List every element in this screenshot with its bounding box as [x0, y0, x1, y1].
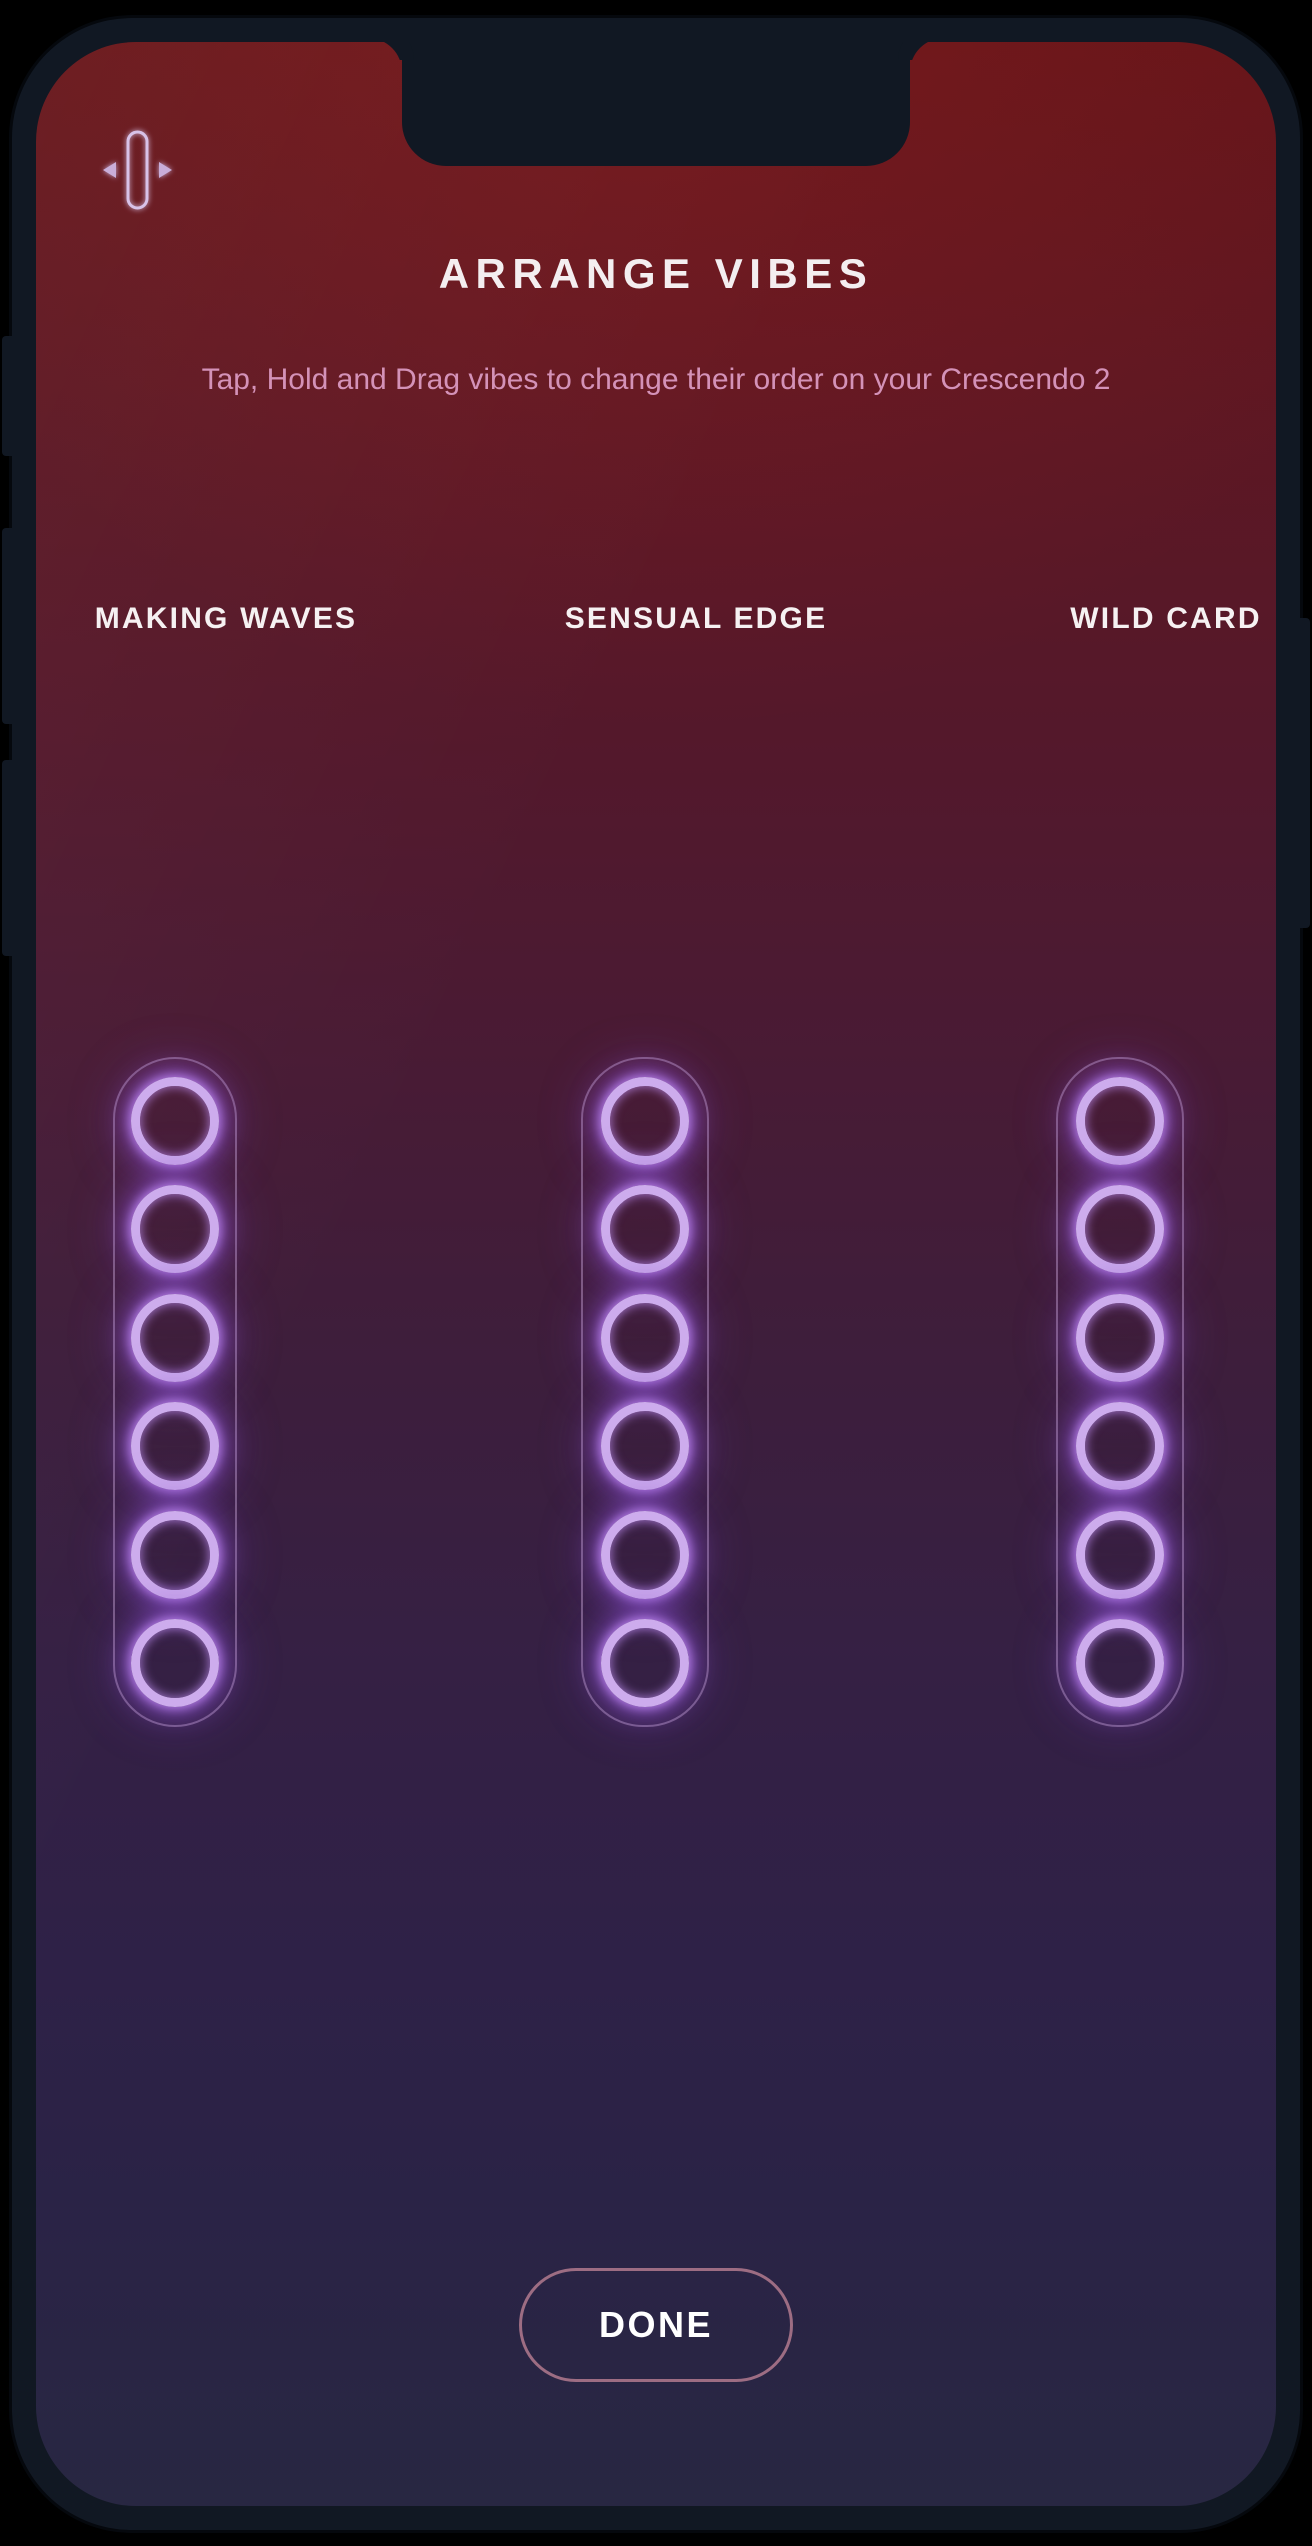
vibe-device-reorder-icon[interactable]	[82, 124, 192, 216]
phone-power-button[interactable]	[1298, 618, 1310, 928]
vibe-ring[interactable]	[1076, 1293, 1164, 1382]
phone-mute-switch[interactable]	[2, 336, 14, 456]
vibe-columns-container[interactable]: MAKING WAVES SENSUAL EDGE WILD CARD	[36, 602, 1276, 2506]
vibe-ring[interactable]	[601, 1618, 689, 1707]
phone-frame: ARRANGE VIBES Tap, Hold and Drag vibes t…	[2, 18, 1310, 2530]
vibe-ring[interactable]	[131, 1293, 219, 1382]
phone-screen: ARRANGE VIBES Tap, Hold and Drag vibes t…	[36, 42, 1276, 2506]
vibe-column-label: WILD CARD	[1070, 602, 1262, 635]
vibe-ring[interactable]	[601, 1402, 689, 1491]
vibe-ring[interactable]	[131, 1402, 219, 1491]
page-subtitle: Tap, Hold and Drag vibes to change their…	[201, 363, 1111, 396]
vibe-ring[interactable]	[131, 1618, 219, 1707]
vibe-ring[interactable]	[601, 1293, 689, 1382]
vibe-ring[interactable]	[131, 1185, 219, 1274]
vibe-column-label: SENSUAL EDGE	[564, 602, 828, 635]
done-button[interactable]: DONE	[519, 2268, 793, 2382]
vibe-ring[interactable]	[601, 1077, 689, 1165]
vibe-capsule[interactable]	[581, 1057, 709, 1727]
phone-volume-up-button[interactable]	[2, 528, 14, 724]
vibe-ring[interactable]	[131, 1077, 219, 1165]
arrange-vibes-app: ARRANGE VIBES Tap, Hold and Drag vibes t…	[36, 42, 1276, 2506]
phone-volume-down-button[interactable]	[2, 760, 14, 956]
vibe-capsule[interactable]	[113, 1057, 237, 1727]
vibe-ring[interactable]	[1076, 1402, 1164, 1491]
vibe-ring[interactable]	[131, 1510, 219, 1599]
vibe-ring[interactable]	[1076, 1185, 1164, 1274]
vibe-ring[interactable]	[601, 1185, 689, 1274]
page-title: ARRANGE VIBES	[438, 250, 874, 297]
vibe-capsule[interactable]	[1056, 1057, 1184, 1727]
vibe-ring[interactable]	[1076, 1618, 1164, 1707]
vibe-ring[interactable]	[1076, 1077, 1164, 1165]
vibe-ring[interactable]	[1076, 1510, 1164, 1599]
vibe-column-label: MAKING WAVES	[94, 602, 358, 635]
phone-notch	[402, 42, 910, 166]
vibe-ring[interactable]	[601, 1510, 689, 1599]
